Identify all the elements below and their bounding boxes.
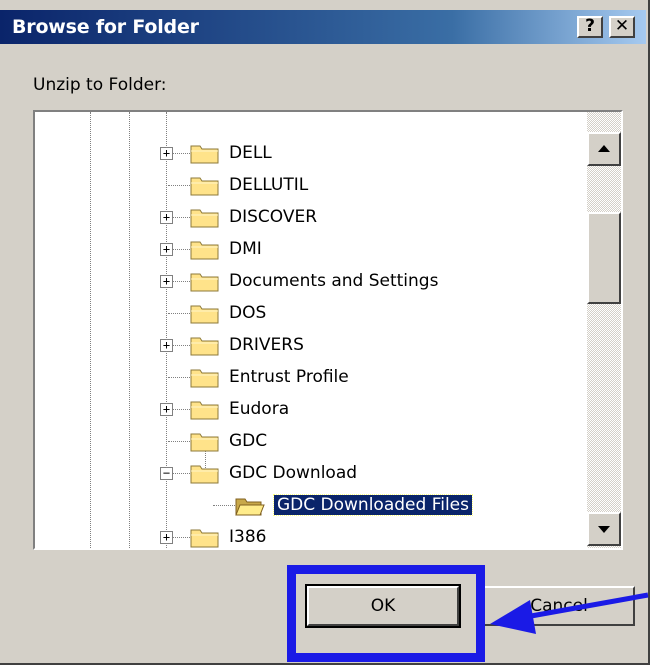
tree-item[interactable]: Entrust Profile	[35, 362, 587, 394]
close-button[interactable]: ✕	[609, 16, 635, 38]
scroll-up-button[interactable]	[587, 132, 621, 166]
tree-item-label: DRIVERS	[229, 335, 304, 355]
ok-button[interactable]: OK	[305, 584, 461, 628]
tree-item[interactable]: + DRIVERS	[35, 330, 587, 362]
tree-item[interactable]: DOS	[35, 298, 587, 330]
tree-connector	[213, 505, 235, 506]
scrollbar-thumb[interactable]	[587, 212, 621, 304]
tree-item[interactable]: + DISCOVER	[35, 202, 587, 234]
folder-icon	[190, 145, 219, 164]
folder-icon	[190, 369, 219, 388]
window-title: Browse for Folder	[12, 16, 199, 38]
tree-item[interactable]: + DMI	[35, 234, 587, 266]
tree-item-label: DOS	[229, 303, 267, 323]
folder-icon	[190, 529, 219, 548]
folder-icon	[190, 241, 219, 260]
scroll-down-arrow-icon	[598, 526, 610, 533]
tree-item-label: DELLUTIL	[229, 175, 309, 195]
expand-plus-icon[interactable]: +	[160, 531, 173, 544]
tree-item[interactable]: + Documents and Settings	[35, 266, 587, 298]
vertical-scrollbar[interactable]	[587, 112, 621, 548]
title-bar[interactable]: Browse for Folder ? ✕	[0, 10, 646, 44]
expand-plus-icon[interactable]: +	[160, 211, 173, 224]
folder-icon	[190, 465, 219, 484]
tree-item-label: Documents and Settings	[229, 271, 439, 291]
expand-plus-icon[interactable]: +	[160, 147, 173, 160]
tree-item-label: DMI	[229, 239, 262, 259]
tree-item[interactable]: DELLUTIL	[35, 170, 587, 202]
expand-plus-icon[interactable]: +	[160, 275, 173, 288]
folder-icon	[190, 433, 219, 452]
folder-tree[interactable]: + DELL DELLUTIL + DISCOVER + DMI + Documents and…	[33, 110, 623, 550]
tree-item[interactable]: − GDC Download	[35, 458, 587, 490]
tree-item-label: DISCOVER	[229, 207, 318, 227]
tree-item[interactable]: + DELL	[35, 138, 587, 170]
tree-item-label: Entrust Profile	[229, 367, 349, 387]
tree-item[interactable]: + Eudora	[35, 394, 587, 426]
tree-item[interactable]: + I386	[35, 522, 587, 548]
tree-item-label: Eudora	[229, 399, 290, 419]
folder-icon	[190, 401, 219, 420]
folder-icon	[190, 305, 219, 324]
folder-icon	[190, 273, 219, 292]
expand-plus-icon[interactable]: +	[160, 339, 173, 352]
collapse-minus-icon[interactable]: −	[160, 467, 173, 480]
folder-icon	[190, 337, 219, 356]
help-button[interactable]: ?	[577, 16, 603, 38]
annotation-arrow-icon	[490, 592, 649, 634]
tree-item[interactable]: GDC Downloaded Files	[35, 490, 587, 522]
scroll-down-button[interactable]	[587, 512, 621, 546]
tree-item-label: DELL	[229, 143, 272, 163]
folder-icon	[190, 177, 219, 196]
tree-item-label: I386	[229, 527, 267, 547]
tree-item-label: GDC Downloaded Files	[273, 494, 473, 516]
tree-item-label: GDC	[229, 431, 268, 451]
expand-plus-icon[interactable]: +	[160, 243, 173, 256]
browse-for-folder-dialog: Browse for Folder ? ✕ Unzip to Folder: +…	[0, 0, 650, 665]
folder-icon	[190, 209, 219, 228]
prompt-label: Unzip to Folder:	[33, 75, 167, 95]
scroll-up-arrow-icon	[598, 145, 610, 152]
tree-item-label: GDC Download	[229, 463, 358, 483]
open-folder-icon	[235, 498, 265, 516]
expand-plus-icon[interactable]: +	[160, 403, 173, 416]
tree-item[interactable]: GDC	[35, 426, 587, 458]
folder-tree-view: + DELL DELLUTIL + DISCOVER + DMI + Documents and…	[35, 112, 587, 548]
